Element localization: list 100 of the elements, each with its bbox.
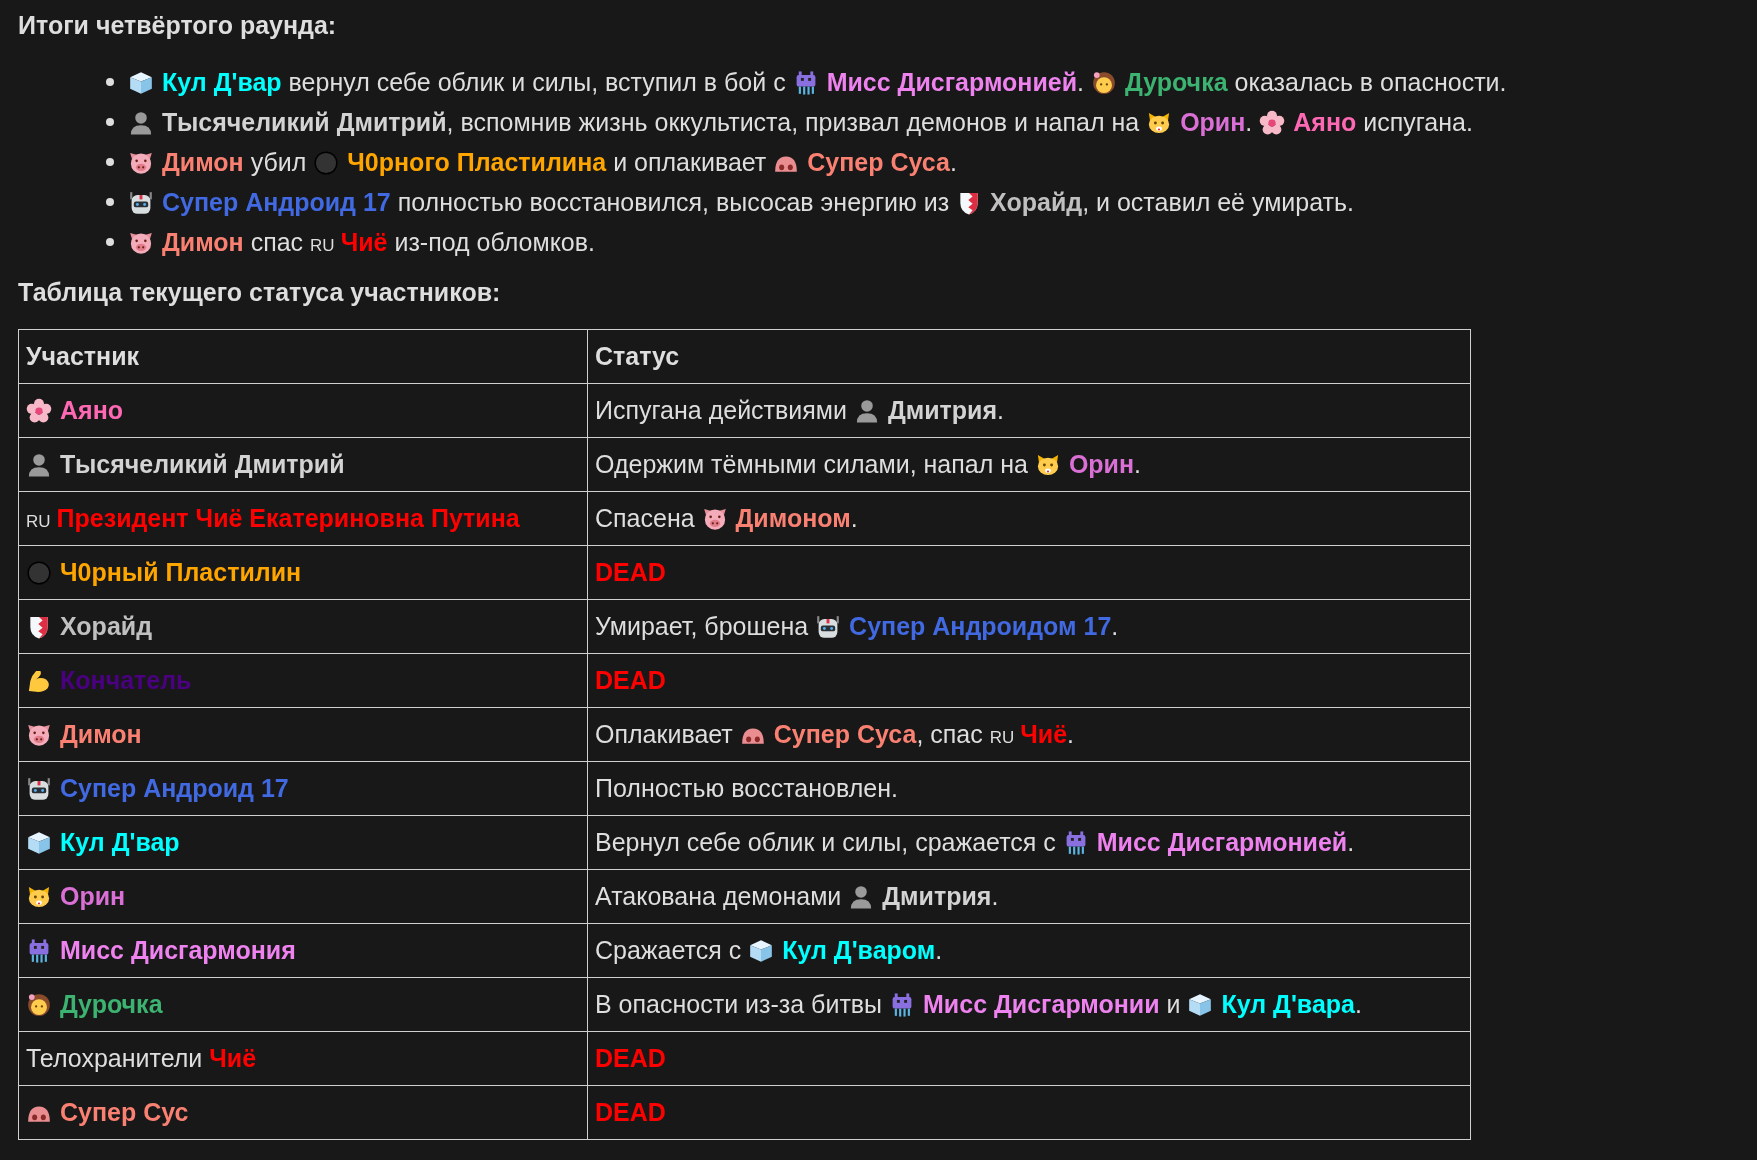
flag-code: RU bbox=[989, 728, 1015, 747]
text: Телохранители bbox=[26, 1044, 204, 1072]
text: Испугана действиями bbox=[595, 396, 848, 424]
text: Умирает, брошена bbox=[595, 612, 810, 640]
ice-cube-icon bbox=[26, 830, 52, 856]
character-name: Мисс Дисгармонией bbox=[826, 67, 1078, 96]
text: . bbox=[1245, 107, 1254, 136]
character-name: Аяно bbox=[1293, 107, 1357, 136]
character-name: Супер Андроид 17 bbox=[60, 774, 289, 802]
robot-icon bbox=[815, 614, 842, 640]
character-name: Мисс Дисгармонии bbox=[923, 990, 1160, 1018]
character-name: Дурочка bbox=[60, 990, 163, 1018]
character-name: Орин bbox=[1180, 107, 1246, 136]
character-name: Тысячеликий Дмитрий bbox=[162, 107, 447, 136]
character-name: Мисс Дисгармония bbox=[60, 936, 296, 964]
character-name: DEAD bbox=[595, 558, 666, 586]
text: Атакована демонами bbox=[595, 882, 843, 910]
text: . bbox=[1111, 612, 1119, 640]
flower-icon bbox=[26, 398, 52, 424]
character-name: Орин bbox=[60, 882, 126, 910]
cat-face-icon bbox=[26, 884, 52, 910]
text: Одержим тёмными силами, напал на bbox=[595, 450, 1029, 478]
character-name: Димон bbox=[60, 720, 142, 748]
character-name: Аяно bbox=[60, 396, 123, 424]
text: спас bbox=[249, 227, 305, 256]
flag-code: RU bbox=[310, 235, 335, 255]
character-name: Супер Суса bbox=[807, 147, 950, 176]
character-name: Дурочка bbox=[1125, 67, 1228, 96]
text: . bbox=[935, 936, 943, 964]
character-name: DEAD bbox=[595, 1044, 666, 1072]
character-name: Супер Сус bbox=[60, 1098, 189, 1126]
character-name: Дмитрия bbox=[882, 882, 992, 910]
text: . bbox=[1067, 720, 1075, 748]
character-name: Ч0рный Пластилин bbox=[60, 558, 302, 586]
bullet-icon bbox=[106, 238, 114, 246]
robot-icon bbox=[26, 776, 52, 802]
ice-cube-icon bbox=[128, 69, 154, 96]
character-name: Президент Чиё Екатериновна Путина bbox=[56, 504, 520, 532]
text: убил bbox=[249, 147, 308, 176]
text: . bbox=[850, 504, 858, 532]
ice-cube-icon bbox=[748, 938, 775, 964]
ice-cube-icon bbox=[1187, 992, 1214, 1018]
character-name: Димон bbox=[162, 227, 244, 256]
text: . bbox=[1355, 990, 1362, 1018]
text: Спасена bbox=[595, 504, 696, 532]
character-name: Димон bbox=[162, 147, 244, 176]
bullet-icon bbox=[106, 118, 114, 126]
character-name: Хорайд bbox=[990, 187, 1083, 216]
character-name: Хорайд bbox=[60, 612, 153, 640]
text: испугана. bbox=[1362, 107, 1473, 136]
character-name: Тысячеликий Дмитрий bbox=[60, 450, 345, 478]
person-icon bbox=[128, 109, 154, 136]
person-icon bbox=[26, 452, 52, 478]
text: оказалась в опасности. bbox=[1233, 67, 1507, 96]
girl-face-icon bbox=[1091, 69, 1117, 96]
text: Вернул себе облик и силы, сражается с bbox=[595, 828, 1057, 856]
text: В опасности из-за битвы bbox=[595, 990, 884, 1018]
circle-icon bbox=[26, 560, 52, 586]
character-name: Ч0рного Пластилина bbox=[347, 147, 607, 176]
text: , и оставил её умирать. bbox=[1082, 187, 1354, 216]
character-name: Супер Суса bbox=[773, 720, 917, 748]
pig-face-icon bbox=[26, 722, 52, 748]
text: . bbox=[1347, 828, 1355, 856]
bullet-icon bbox=[106, 198, 114, 206]
flag-code: RU bbox=[26, 512, 51, 531]
character-name: Супер Андроид 17 bbox=[162, 187, 391, 216]
text: . bbox=[991, 882, 999, 910]
character-name: Мисс Дисгармонией bbox=[1096, 828, 1348, 856]
text: вернул себе облик и силы, вступил в бой с bbox=[287, 67, 787, 96]
character-name: Дмитрия bbox=[887, 396, 998, 424]
text: , спас bbox=[916, 720, 984, 748]
girl-face-icon bbox=[26, 992, 52, 1018]
robot-icon bbox=[128, 189, 154, 216]
section-heading: Таблица текущего статуса участников: bbox=[18, 277, 502, 308]
text: , вспомнив жизнь оккультиста, призвал демонов и напал на bbox=[446, 107, 1141, 136]
character-name: Кул Д'варом bbox=[782, 936, 936, 964]
character-name: Димоном bbox=[735, 504, 851, 532]
text: . bbox=[1077, 67, 1086, 96]
bullet-icon bbox=[106, 78, 114, 86]
text: Оплакивает bbox=[595, 720, 734, 748]
text: полностью восстановился, высосав энергию из bbox=[396, 187, 951, 216]
text: Сражается с bbox=[595, 936, 743, 964]
text: . bbox=[997, 396, 1005, 424]
flexed-arm-icon bbox=[26, 668, 52, 694]
character-name: Супер Андроидом 17 bbox=[849, 612, 1112, 640]
text: из-под обломков. bbox=[393, 227, 595, 256]
circle-icon bbox=[313, 149, 340, 176]
section-heading: Итоги четвёртого раунда: bbox=[18, 10, 338, 41]
character-name: Чиё bbox=[1020, 720, 1068, 748]
text: . bbox=[1134, 450, 1141, 478]
character-name: Кул Д'вара bbox=[1221, 990, 1355, 1018]
text: . bbox=[949, 147, 957, 176]
flower-icon bbox=[1259, 109, 1286, 136]
column-header: Участник bbox=[18, 329, 588, 384]
text: и оплакивает bbox=[612, 147, 768, 176]
character-name: Кончатель bbox=[60, 666, 192, 694]
character-name: Кул Д'вар bbox=[162, 67, 282, 96]
bullet-icon bbox=[106, 158, 114, 166]
pig-face-icon bbox=[701, 506, 728, 532]
text: Полностью восстановлен. bbox=[595, 774, 898, 802]
